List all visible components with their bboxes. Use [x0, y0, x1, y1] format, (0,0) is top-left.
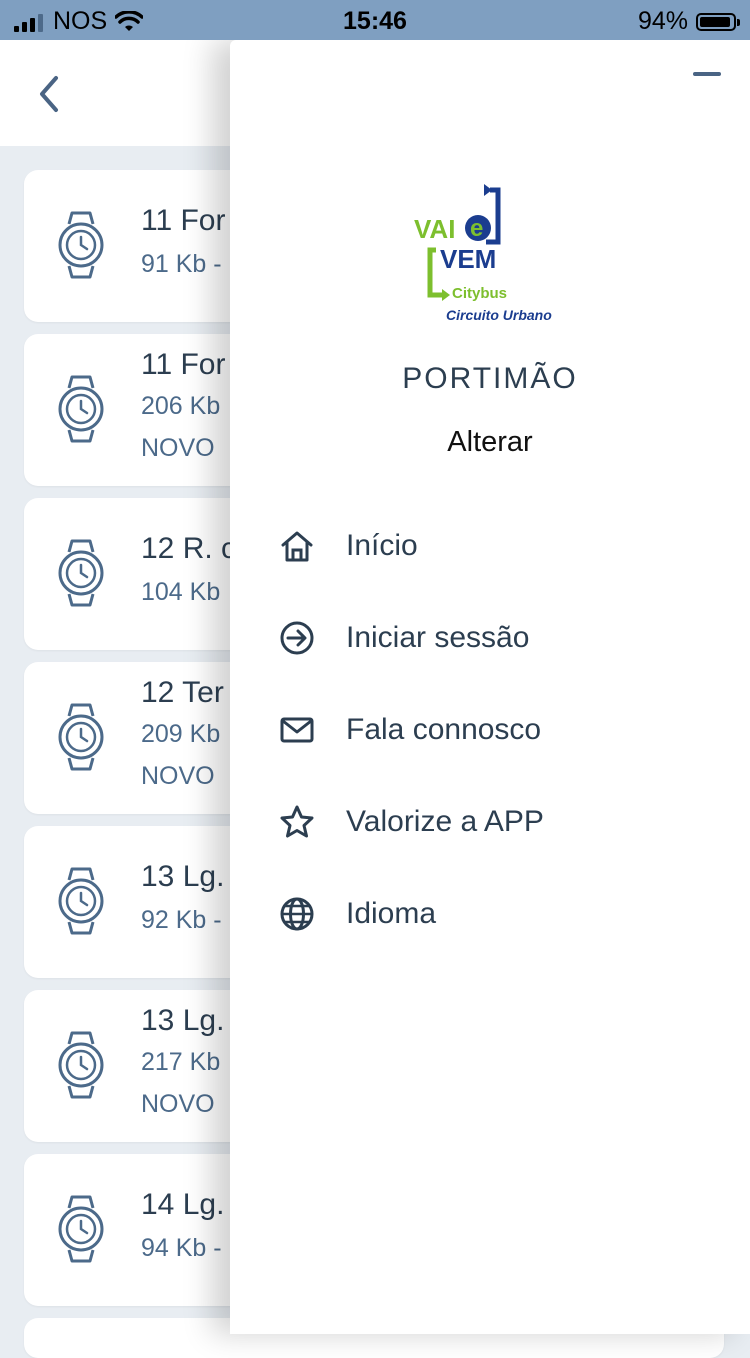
login-icon [280, 621, 314, 655]
menu-item-rate-app[interactable]: Valorize a APP [278, 792, 718, 852]
logo-vai: VAI [414, 214, 455, 244]
list-item-title: 11 For [141, 348, 226, 381]
watch-icon [58, 539, 104, 607]
new-badge: NOVO [141, 1090, 215, 1118]
watch-icon [58, 375, 104, 443]
logo-e: e [470, 215, 483, 242]
list-item-size: 92 Kb - [141, 906, 222, 934]
logo-vem: VEM [440, 244, 496, 274]
menu-item-label: Valorize a APP [346, 805, 544, 838]
side-drawer: VAI e VEM Citybus Circuito Urbano PORTIM… [230, 40, 750, 1334]
list-item-size: 91 Kb - [141, 250, 222, 278]
menu-item-label: Iniciar sessão [346, 621, 530, 654]
watch-icon [58, 1195, 104, 1263]
watch-icon [58, 1031, 104, 1099]
watch-icon [58, 211, 104, 279]
battery-icon [696, 12, 740, 31]
list-item-title: 12 R. c [141, 532, 237, 565]
logo-circuito: Circuito Urbano [446, 307, 552, 323]
watch-icon [58, 867, 104, 935]
menu-item-label: Fala connosco [346, 713, 542, 746]
list-item-title: 14 Lg. [141, 1188, 225, 1221]
list-item-size: 94 Kb - [141, 1234, 222, 1262]
menu-item-login[interactable]: Iniciar sessão [278, 608, 718, 668]
list-item-title: 12 Ter [141, 676, 224, 709]
close-menu-icon[interactable] [693, 72, 721, 76]
star-icon [280, 805, 314, 838]
menu-item-label: Idioma [346, 897, 437, 930]
list-item-title: 13 Lg. [141, 860, 225, 893]
list-item-size: 209 Kb [141, 720, 221, 748]
globe-icon [280, 897, 314, 931]
menu-item-inicio[interactable]: Início [278, 516, 718, 576]
watch-icon [58, 703, 104, 771]
home-icon [281, 531, 313, 562]
list-item-size: 206 Kb [141, 392, 221, 420]
list-item-title: 11 For [141, 204, 226, 237]
change-city-button[interactable]: Alterar [230, 426, 750, 459]
city-name: PORTIMÃO [402, 362, 578, 395]
list-item-title: 13 Lg. [141, 1004, 225, 1037]
vai-e-vem-logo: VAI e VEM Citybus Circuito Urbano [414, 184, 552, 323]
mail-icon [280, 717, 314, 743]
status-right: 94% [637, 7, 740, 36]
back-button[interactable] [30, 72, 70, 116]
logo-citybus: Citybus [452, 285, 507, 302]
menu-item-label: Início [346, 529, 418, 562]
new-badge: NOVO [141, 434, 215, 462]
list-item-size: 217 Kb [141, 1048, 221, 1076]
status-bar: NOS 15:46 94% [0, 0, 750, 40]
menu-item-contact[interactable]: Fala connosco [278, 700, 718, 760]
battery-percent: 94% [637, 7, 688, 35]
list-item-size: 104 Kb [141, 578, 221, 606]
new-badge: NOVO [141, 762, 215, 790]
menu-item-language[interactable]: Idioma [278, 884, 718, 944]
